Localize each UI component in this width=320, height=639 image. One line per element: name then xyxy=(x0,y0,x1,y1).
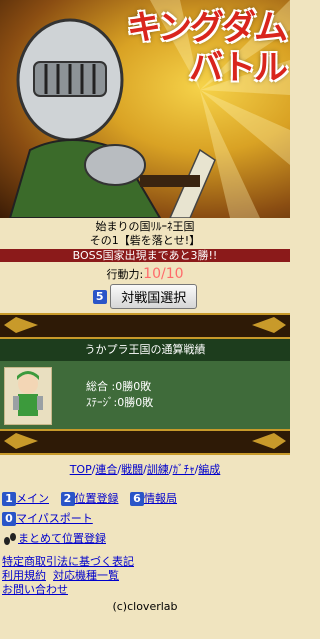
key-2-icon: 2 xyxy=(60,492,75,506)
avatar xyxy=(4,367,52,425)
ornate-divider-bottom xyxy=(0,429,290,455)
ornate-divider-top xyxy=(0,313,290,339)
link-formation[interactable]: 編成 xyxy=(198,463,220,476)
link-gacha[interactable]: ｶﾞﾁｬ xyxy=(173,463,195,476)
ornament-icon xyxy=(252,433,286,449)
action-points: 行動力:10/10 xyxy=(0,262,290,283)
link-terms[interactable]: 利用規約 xyxy=(2,569,46,582)
opponent-select-button[interactable]: 対戦国選択 xyxy=(110,284,198,309)
nav-info-bureau[interactable]: 情報局 xyxy=(144,492,177,505)
quick-links: TOP/連合/戦闘/訓練/ｶﾞﾁｬ/編成 xyxy=(69,463,221,476)
key-5-icon: 5 xyxy=(92,289,107,304)
stage-record: ｽﾃｰｼﾞ:0勝0敗 xyxy=(86,396,154,409)
footprints-icon xyxy=(4,533,16,545)
nav-position-register[interactable]: 位置登録 xyxy=(75,492,119,505)
record-header: うかプラ王国の通算戦績 xyxy=(0,339,290,361)
ornament-icon xyxy=(4,433,38,449)
copyright: (c)cloverlab xyxy=(112,600,178,613)
key-1-icon: 1 xyxy=(2,492,16,506)
stage-country: 始まりの国ﾘﾙｰﾈ王国 xyxy=(95,220,195,233)
link-commercial-law[interactable]: 特定商取引法に基づく表記 xyxy=(2,555,134,568)
opponent-select-row: 5 対戦国選択 xyxy=(0,283,290,313)
main-nav: 1 メイン 2 位置登録 6 情報局 0 マイパスポート まとめて位置登録 xyxy=(0,485,290,549)
link-alliance[interactable]: 連合 xyxy=(95,463,117,476)
key-0-icon: 0 xyxy=(2,512,16,526)
key-6-icon: 6 xyxy=(130,492,144,506)
ornament-icon xyxy=(4,317,38,333)
link-training[interactable]: 訓練 xyxy=(147,463,169,476)
game-banner: キングダム バトル xyxy=(0,0,290,218)
nav-my-passport[interactable]: マイパスポート xyxy=(16,512,93,525)
footer-links: 特定商取引法に基づく表記 利用規約 対応機種一覧 お問い合わせ xyxy=(0,549,290,597)
stage-mission: その1【砦を落とせ!】 xyxy=(89,234,201,247)
total-record: 総合 :0勝0敗 xyxy=(86,380,152,393)
nav-main[interactable]: メイン xyxy=(16,492,49,505)
boss-notice: BOSS国家出現まであと3勝!! xyxy=(0,249,290,262)
action-label: 行動力: xyxy=(106,268,144,281)
link-contact[interactable]: お問い合わせ xyxy=(2,583,68,596)
record-stats: 総合 :0勝0敗 ｽﾃｰｼﾞ:0勝0敗 xyxy=(86,379,153,411)
action-value: 10/10 xyxy=(143,266,184,282)
game-title: キングダム バトル xyxy=(127,8,288,88)
link-top[interactable]: TOP xyxy=(70,463,92,476)
ornament-icon xyxy=(252,317,286,333)
link-supported-devices[interactable]: 対応機種一覧 xyxy=(53,569,119,582)
stage-info: 始まりの国ﾘﾙｰﾈ王国 その1【砦を落とせ!】 xyxy=(0,218,290,249)
nav-bulk-position-register[interactable]: まとめて位置登録 xyxy=(18,532,106,545)
link-battle[interactable]: 戦闘 xyxy=(121,463,143,476)
record-panel: 総合 :0勝0敗 ｽﾃｰｼﾞ:0勝0敗 xyxy=(0,361,290,429)
